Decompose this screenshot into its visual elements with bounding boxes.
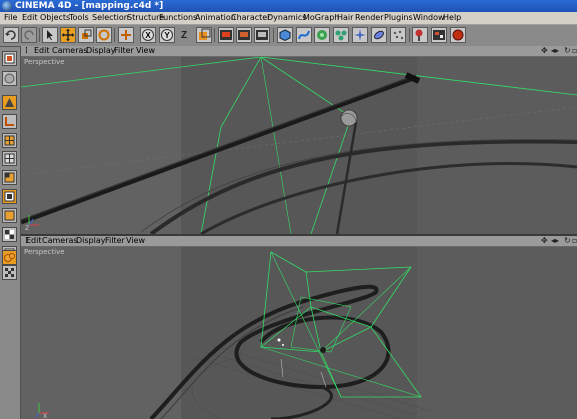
vp2-maximize-icon[interactable]: ▫: [572, 237, 577, 245]
menu-selection[interactable]: Selection: [92, 12, 129, 24]
menu-tools[interactable]: Tools: [69, 12, 89, 24]
render-picture-viewer-icon[interactable]: [236, 27, 252, 43]
rotate-icon[interactable]: [96, 27, 112, 43]
vp1-maximize-icon[interactable]: ▫: [572, 47, 577, 55]
viewport-top-axis-gizmo-icon: Z: [25, 215, 39, 231]
menu-animation[interactable]: Animation: [195, 12, 236, 24]
redo-icon[interactable]: [21, 27, 37, 43]
menu-window[interactable]: Window: [413, 12, 445, 24]
svg-text:Y: Y: [164, 31, 170, 40]
render-settings-icon[interactable]: [254, 27, 270, 43]
vp2-menu-filter[interactable]: Filter: [105, 236, 125, 246]
spline-pen-icon[interactable]: [296, 27, 312, 43]
main-toolbar: X Y Z: [0, 25, 577, 47]
app-name: CINEMA 4D: [15, 1, 72, 11]
svg-text:X: X: [145, 31, 151, 40]
viewport-top[interactable]: Perspective Z: [21, 57, 577, 234]
render-view-icon[interactable]: [218, 27, 234, 43]
texture-icon[interactable]: [2, 170, 17, 185]
animation-mode-icon[interactable]: [2, 189, 17, 204]
make-editable-icon[interactable]: [2, 51, 17, 66]
menu-dynamics[interactable]: Dynamics: [267, 12, 306, 24]
deformer-icon[interactable]: [352, 27, 368, 43]
viewport-top-menubar: ⁞ Edit Cameras Display Filter View ✥ ◂▸ …: [21, 46, 577, 57]
viewport-bottom-menubar: ⁞ Edit Cameras Display Filter View ✥ ◂▸ …: [21, 236, 577, 247]
vp2-move-view-icon[interactable]: ✥: [541, 237, 548, 245]
menu-help[interactable]: Help: [443, 12, 461, 24]
viewport-top-camera-label: Perspective: [24, 58, 65, 66]
menu-mograph[interactable]: MoGraph: [303, 12, 339, 24]
vp1-menu-filter[interactable]: Filter: [114, 46, 134, 56]
camera-icon[interactable]: [390, 27, 406, 43]
particle-icon[interactable]: [431, 27, 447, 43]
model-mode-icon[interactable]: [118, 27, 134, 43]
scale-icon[interactable]: [78, 27, 94, 43]
vp1-move-view-icon[interactable]: ✥: [541, 47, 548, 55]
axis-z-label: Z: [25, 225, 29, 231]
scene-icon[interactable]: [371, 27, 387, 43]
menu-functions[interactable]: Functions: [159, 12, 197, 24]
edges-mode-icon[interactable]: [2, 114, 17, 129]
points-mode-icon[interactable]: [2, 95, 17, 110]
light-icon[interactable]: [412, 27, 428, 43]
viewport-bottom[interactable]: Perspective X: [21, 247, 577, 419]
vp2-menu-view[interactable]: View: [126, 236, 145, 246]
title-bar: CINEMA 4D - [mapping.c4d *]: [0, 0, 577, 12]
vp1-rotate-view-icon[interactable]: ↻: [564, 47, 571, 55]
viewport-bottom-axis-gizmo-icon: X: [35, 403, 49, 419]
vp2-menu-display[interactable]: Display: [76, 236, 106, 246]
viewport-bottom-camera-label: Perspective: [24, 248, 65, 256]
menu-file[interactable]: File: [4, 12, 17, 24]
vp2-menu-edit[interactable]: Edit: [26, 236, 42, 246]
workplane-icon[interactable]: [2, 208, 17, 223]
x-axis-icon[interactable]: X: [140, 27, 156, 43]
z-axis-icon[interactable]: Z: [177, 27, 193, 43]
vp1-zoom-view-icon[interactable]: ◂▸: [551, 47, 559, 55]
viewport-top-scene: [21, 57, 577, 234]
viewport-bottom-scene: [21, 247, 577, 419]
vp2-zoom-view-icon[interactable]: ◂▸: [551, 237, 559, 245]
material-icon[interactable]: [450, 27, 466, 43]
axis-icon[interactable]: [2, 151, 17, 166]
menu-objects[interactable]: Objects: [40, 12, 70, 24]
vp2-rotate-view-icon[interactable]: ↻: [564, 237, 571, 245]
menu-plugins[interactable]: Plugins: [384, 12, 413, 24]
menu-edit[interactable]: Edit: [22, 12, 38, 24]
menu-character[interactable]: Character: [231, 12, 271, 24]
vp1-menu-view[interactable]: View: [136, 46, 155, 56]
svg-text:Z: Z: [181, 30, 187, 41]
vp1-menu-cameras[interactable]: Cameras: [52, 46, 88, 56]
menu-render[interactable]: Render: [355, 12, 383, 24]
vp1-menu-display[interactable]: Display: [86, 46, 116, 56]
object-mode-icon[interactable]: [2, 71, 17, 86]
menu-bar: File Edit Objects Tools Selection Struct…: [0, 12, 577, 25]
axis-x-label: X: [43, 413, 47, 419]
y-axis-icon[interactable]: Y: [159, 27, 175, 43]
cinema4d-logo-icon: [2, 1, 12, 11]
sculpt-icon[interactable]: [2, 250, 17, 265]
array-icon[interactable]: [333, 27, 349, 43]
vp1-menu-edit[interactable]: Edit: [34, 46, 50, 56]
mode-sidebar: [0, 47, 21, 419]
live-selection-icon[interactable]: [42, 27, 58, 43]
nurbs-icon[interactable]: [314, 27, 330, 43]
document-name: [mapping.c4d *]: [81, 1, 164, 11]
texture-axis-icon[interactable]: [2, 227, 17, 242]
vp2-menu-cameras[interactable]: Cameras: [42, 236, 78, 246]
coordinate-system-icon[interactable]: [196, 27, 212, 43]
undo-icon[interactable]: [3, 27, 19, 43]
menu-hair[interactable]: Hair: [337, 12, 353, 24]
checkerboard-icon[interactable]: [2, 265, 17, 280]
move-icon[interactable]: [60, 27, 76, 43]
cube-icon[interactable]: [277, 27, 293, 43]
polygons-mode-icon[interactable]: [2, 133, 17, 148]
window-title: CINEMA 4D - [mapping.c4d *]: [15, 1, 164, 11]
